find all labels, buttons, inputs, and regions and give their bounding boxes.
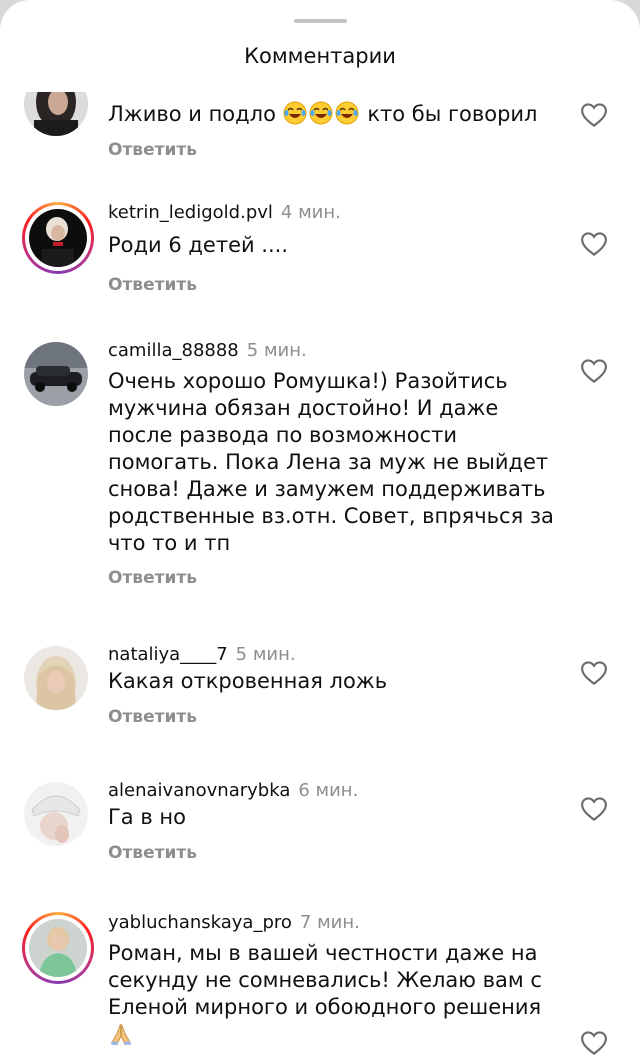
heart-outline-icon[interactable]	[579, 1028, 609, 1058]
username-link[interactable]: alenaivanovnarybka	[108, 780, 290, 801]
comment-item: Лживо и подло кто бы говорил Ответить	[0, 92, 640, 180]
avatar-photo	[24, 92, 88, 136]
comment-item: camilla_88888 5 мин. Очень хорошо Ромушка…	[0, 340, 640, 600]
username-link[interactable]: yabluchanskaya_pro	[108, 912, 292, 933]
comment-header: alenaivanovnarybka 6 мин.	[108, 780, 358, 801]
comment-text: Очень хорошо Ромушка!) Разойтись мужчина…	[108, 369, 554, 555]
avatar-photo	[24, 646, 88, 710]
heart-outline-icon[interactable]	[579, 229, 609, 259]
avatar[interactable]	[22, 644, 94, 716]
comment-item: nataliya____7 5 мин. Какая откровенная ло…	[0, 644, 640, 744]
laughing-emoji-icon	[283, 101, 309, 126]
timestamp: 7 мин.	[299, 912, 360, 933]
avatar-photo	[29, 209, 87, 267]
reply-button[interactable]: Ответить	[108, 140, 197, 160]
comment-item: alenaivanovnarybka 6 мин. Га в но Ответит…	[0, 780, 640, 880]
username-link[interactable]: ketrin_ledigold.pvl	[108, 202, 273, 223]
avatar[interactable]	[22, 912, 94, 984]
avatar-photo	[24, 342, 88, 406]
username-link[interactable]: nataliya____7	[108, 644, 228, 665]
comment-text: Га в но	[108, 805, 186, 829]
comment-header: ketrin_ledigold.pvl 4 мин.	[108, 202, 341, 223]
comment-header: yabluchanskaya_pro 7 мин.	[108, 912, 360, 933]
reply-button[interactable]: Ответить	[108, 568, 197, 588]
laughing-emoji-icon	[335, 101, 361, 126]
comment-text: Роди 6 детей ....	[108, 233, 289, 257]
comment-text: Какая откровенная ложь	[108, 669, 388, 693]
folded-hands-emoji-icon	[108, 1024, 134, 1048]
comment-header: nataliya____7 5 мин.	[108, 644, 296, 665]
drag-handle[interactable]	[294, 19, 347, 23]
timestamp: 6 мин.	[298, 780, 359, 801]
reply-button[interactable]: Ответить	[108, 707, 197, 727]
heart-outline-icon[interactable]	[579, 794, 609, 824]
avatar[interactable]	[22, 340, 94, 412]
avatar-photo	[24, 782, 88, 846]
laughing-emoji-icon	[309, 101, 335, 126]
timestamp: 5 мин.	[246, 340, 307, 361]
comment-text: Лживо и подло кто бы говорил	[108, 101, 538, 126]
avatar[interactable]	[22, 202, 94, 274]
heart-outline-icon[interactable]	[579, 356, 609, 386]
reply-button[interactable]: Ответить	[108, 275, 197, 295]
heart-outline-icon[interactable]	[579, 658, 609, 688]
reply-button[interactable]: Ответить	[108, 843, 197, 863]
username-link[interactable]: camilla_88888	[108, 340, 239, 361]
timestamp: 5 мин.	[235, 644, 296, 665]
comment-item: yabluchanskaya_pro 7 мин. Роман, мы в ваш…	[0, 912, 640, 1062]
comment-text: Роман, мы в вашей честности даже на секу…	[108, 940, 558, 1050]
comments-list[interactable]: Лживо и подло кто бы говорил Ответить ke…	[0, 92, 640, 1062]
sheet-title: Комментарии	[244, 44, 396, 68]
avatar-photo	[29, 919, 87, 977]
timestamp: 4 мин.	[280, 202, 341, 223]
avatar[interactable]	[22, 780, 94, 852]
comment-header: camilla_88888 5 мин.	[108, 340, 307, 361]
heart-outline-icon[interactable]	[579, 100, 609, 130]
comments-sheet: Комментарии Лживо и подло кто бы говорил	[0, 0, 640, 1062]
avatar[interactable]	[22, 92, 94, 142]
comment-item: ketrin_ledigold.pvl 4 мин. Роди 6 детей .…	[0, 202, 640, 312]
